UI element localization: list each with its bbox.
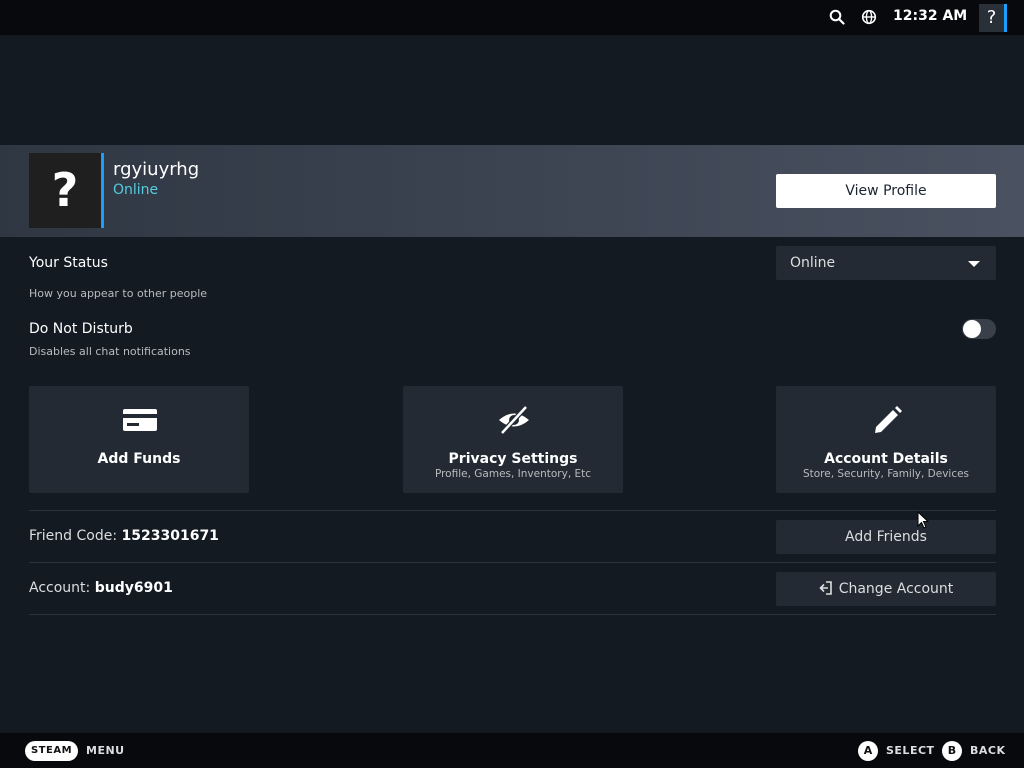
divider: [29, 562, 996, 563]
account-details-title: Account Details: [824, 451, 948, 467]
your-status-label: Your Status: [29, 255, 108, 271]
account-details-tile[interactable]: Account Details Store, Security, Family,…: [776, 386, 996, 493]
question-mark-icon: ?: [51, 163, 79, 217]
status-dropdown[interactable]: Online: [776, 246, 996, 280]
status-dropdown-value: Online: [790, 255, 836, 271]
friend-code-value: 1523301671: [121, 528, 219, 544]
search-icon[interactable]: [829, 9, 845, 25]
account-value: budy6901: [94, 580, 173, 596]
mouse-cursor-icon: [917, 511, 929, 529]
select-hint: SELECT: [886, 744, 935, 757]
add-funds-title: Add Funds: [97, 451, 181, 467]
privacy-settings-tile[interactable]: Privacy Settings Profile, Games, Invento…: [403, 386, 623, 493]
menu-hint: MENU: [86, 744, 125, 757]
divider: [29, 614, 996, 615]
add-funds-tile[interactable]: Add Funds: [29, 386, 249, 493]
steam-button[interactable]: STEAM: [25, 741, 78, 761]
avatar[interactable]: ?: [29, 153, 104, 228]
pencil-icon: [875, 406, 902, 433]
your-status-description: How you appear to other people: [29, 287, 208, 300]
sign-in-icon: [819, 581, 832, 595]
change-account-label: Change Account: [838, 581, 954, 597]
do-not-disturb-label: Do Not Disturb: [29, 321, 133, 337]
view-profile-button[interactable]: View Profile: [776, 174, 996, 208]
add-friends-button[interactable]: Add Friends: [776, 520, 996, 554]
account-label: Account:: [29, 580, 91, 596]
clock: 12:32 AM: [893, 8, 968, 24]
username: rgyiuyrhg: [113, 159, 200, 180]
globe-icon[interactable]: [861, 9, 877, 25]
do-not-disturb-toggle[interactable]: [962, 319, 996, 339]
account-row: Account: budy6901: [29, 580, 173, 596]
privacy-settings-title: Privacy Settings: [448, 451, 578, 467]
account-details-subtitle: Store, Security, Family, Devices: [802, 468, 970, 480]
back-hint: BACK: [970, 744, 1006, 757]
chevron-down-icon: [968, 261, 980, 267]
credit-card-icon: [123, 409, 157, 431]
a-button-icon: A: [858, 741, 878, 761]
toggle-knob: [963, 320, 981, 338]
user-online-status: Online: [113, 182, 159, 198]
help-button[interactable]: ?: [979, 4, 1007, 32]
do-not-disturb-description: Disables all chat notifications: [29, 345, 191, 358]
content-area: [0, 35, 1024, 733]
friend-code-row: Friend Code: 1523301671: [29, 528, 219, 544]
change-account-button[interactable]: Change Account: [776, 572, 996, 606]
privacy-settings-subtitle: Profile, Games, Inventory, Etc: [434, 468, 592, 480]
eye-slash-icon: [499, 405, 529, 435]
friend-code-label: Friend Code:: [29, 528, 118, 544]
divider: [29, 510, 996, 511]
b-button-icon: B: [942, 741, 962, 761]
